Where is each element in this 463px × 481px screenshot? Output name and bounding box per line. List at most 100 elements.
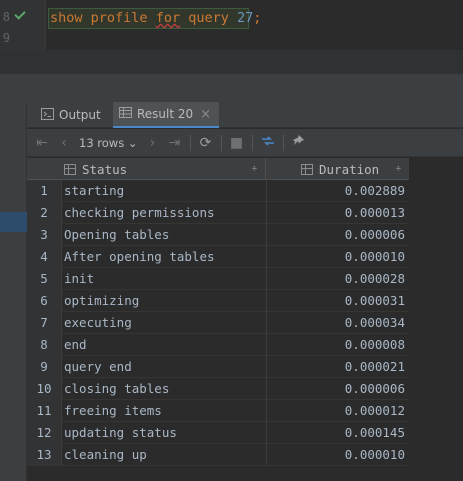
- rows-dropdown[interactable]: 13 rows ⌄: [75, 136, 142, 150]
- status-cell[interactable]: optimizing: [62, 290, 267, 312]
- column-header-label: Status: [82, 161, 128, 177]
- tab-output-label: Output: [59, 108, 101, 122]
- results-tabs: Output Result 20 ×: [27, 102, 463, 128]
- code-token: show: [50, 10, 83, 26]
- table-row[interactable]: 1 starting 0.002889: [27, 180, 409, 202]
- column-header-label: Duration: [319, 161, 380, 177]
- code-token: for: [155, 10, 181, 26]
- status-cell[interactable]: checking permissions: [62, 202, 267, 224]
- status-cell[interactable]: After opening tables: [62, 246, 267, 268]
- rows-count-label: 13 rows: [79, 135, 125, 150]
- tab-result[interactable]: Result 20 ×: [113, 102, 219, 128]
- first-page-icon[interactable]: ⇤: [31, 135, 53, 151]
- last-page-icon[interactable]: ⇥: [164, 135, 186, 151]
- sql-editor[interactable]: 8 9 show profile for query 27;: [0, 0, 463, 50]
- toolbar-separator: [189, 134, 191, 151]
- duration-cell[interactable]: 0.000010: [267, 246, 405, 268]
- row-number[interactable]: 3: [27, 224, 62, 246]
- panel-splitter[interactable]: [0, 74, 463, 102]
- status-cell[interactable]: freeing items: [62, 400, 267, 422]
- row-number[interactable]: 12: [27, 422, 62, 444]
- sort-icon[interactable]: ÷: [396, 164, 401, 174]
- table-row[interactable]: 9 query end 0.000021: [27, 356, 409, 378]
- table-row[interactable]: 13 cleaning up 0.000010: [27, 444, 409, 466]
- status-cell[interactable]: cleaning up: [62, 444, 267, 466]
- duration-cell[interactable]: 0.000006: [267, 224, 405, 246]
- duration-cell[interactable]: 0.000013: [267, 202, 405, 224]
- row-number[interactable]: 4: [27, 246, 62, 268]
- row-number[interactable]: 6: [27, 290, 62, 312]
- refresh-icon[interactable]: ⟳: [195, 135, 217, 151]
- chevron-down-icon: ⌄: [127, 135, 138, 150]
- duration-cell[interactable]: 0.000006: [267, 378, 405, 400]
- table-icon: [119, 107, 132, 121]
- row-number[interactable]: 5: [27, 268, 62, 290]
- compare-icon[interactable]: [257, 134, 279, 152]
- line-number: 8: [2, 10, 10, 24]
- column-header-status[interactable]: Status ÷: [62, 158, 266, 180]
- toolbar-separator: [251, 134, 253, 151]
- sort-icon[interactable]: ÷: [252, 164, 257, 174]
- duration-cell[interactable]: 0.000008: [267, 334, 405, 356]
- table-row[interactable]: 12 updating status 0.000145: [27, 422, 409, 444]
- grid-header: Status ÷ Duration ÷: [27, 158, 409, 180]
- row-number[interactable]: 10: [27, 378, 62, 400]
- editor-gutter: 8 9: [0, 0, 46, 50]
- prev-page-icon[interactable]: ‹: [53, 135, 75, 151]
- status-cell[interactable]: updating status: [62, 422, 267, 444]
- duration-cell[interactable]: 0.000034: [267, 312, 405, 334]
- duration-cell[interactable]: 0.002889: [267, 180, 405, 202]
- tab-output[interactable]: Output: [35, 102, 117, 128]
- duration-cell[interactable]: 0.000145: [267, 422, 405, 444]
- table-row[interactable]: 6 optimizing 0.000031: [27, 290, 409, 312]
- pin-icon[interactable]: [288, 134, 310, 151]
- duration-cell[interactable]: 0.000010: [267, 444, 405, 466]
- toolbar-separator: [282, 134, 284, 151]
- row-number[interactable]: 7: [27, 312, 62, 334]
- duration-cell[interactable]: 0.000028: [267, 268, 405, 290]
- selected-tree-node[interactable]: [0, 212, 27, 232]
- row-number[interactable]: 9: [27, 356, 62, 378]
- status-cell[interactable]: end: [62, 334, 267, 356]
- code-line[interactable]: show profile for query 27;: [50, 10, 261, 26]
- close-icon[interactable]: ×: [200, 107, 211, 122]
- table-row[interactable]: 11 freeing items 0.000012: [27, 400, 409, 422]
- table-row[interactable]: 10 closing tables 0.000006: [27, 378, 409, 400]
- status-cell[interactable]: executing: [62, 312, 267, 334]
- line-number: 9: [2, 31, 10, 45]
- duration-cell[interactable]: 0.000012: [267, 400, 405, 422]
- row-number[interactable]: 11: [27, 400, 62, 422]
- code-token: 27: [237, 10, 254, 26]
- table-row[interactable]: 3 Opening tables 0.000006: [27, 224, 409, 246]
- table-row[interactable]: 7 executing 0.000034: [27, 312, 409, 334]
- status-cell[interactable]: init: [62, 268, 267, 290]
- table-row[interactable]: 2 checking permissions 0.000013: [27, 202, 409, 224]
- status-cell[interactable]: query end: [62, 356, 267, 378]
- row-number[interactable]: 13: [27, 444, 62, 466]
- stop-icon[interactable]: ■: [226, 135, 248, 151]
- status-cell[interactable]: Opening tables: [62, 224, 267, 246]
- column-header-duration[interactable]: Duration ÷: [267, 158, 409, 180]
- table-row[interactable]: 4 After opening tables 0.000010: [27, 246, 409, 268]
- row-number[interactable]: 8: [27, 334, 62, 356]
- check-icon: [14, 8, 26, 20]
- toolbar-separator: [220, 134, 222, 151]
- table-row[interactable]: 5 init 0.000028: [27, 268, 409, 290]
- code-token: ;: [253, 10, 262, 26]
- status-cell[interactable]: starting: [62, 180, 267, 202]
- results-panel: Output Result 20 × ⇤ ‹ 13 rows ⌄ › ⇥ ⟳ ■: [27, 102, 463, 481]
- code-token: profile: [90, 10, 148, 26]
- table-row[interactable]: 8 end 0.000008: [27, 334, 409, 356]
- services-tree-strip[interactable]: [0, 102, 27, 481]
- duration-cell[interactable]: 0.000031: [267, 290, 405, 312]
- code-token: query: [188, 10, 229, 26]
- status-cell[interactable]: closing tables: [62, 378, 267, 400]
- duration-cell[interactable]: 0.000021: [267, 356, 405, 378]
- next-page-icon[interactable]: ›: [142, 135, 164, 151]
- row-number[interactable]: 1: [27, 180, 62, 202]
- row-number[interactable]: 2: [27, 202, 62, 224]
- column-icon: [64, 163, 76, 175]
